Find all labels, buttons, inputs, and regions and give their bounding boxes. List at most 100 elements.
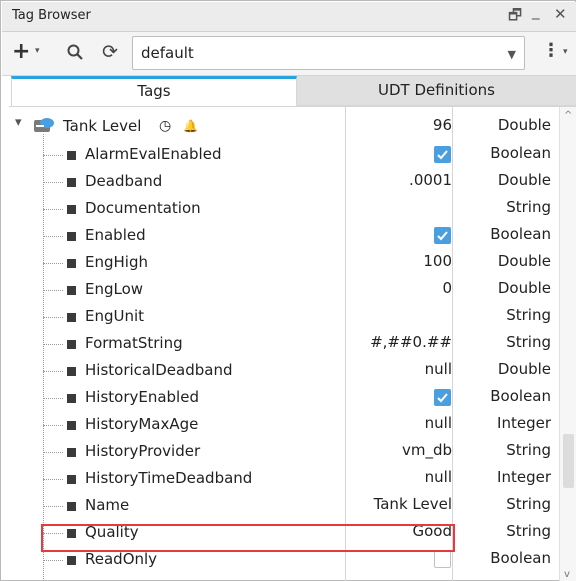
tree-connector bbox=[43, 479, 63, 480]
add-menu-caret-icon[interactable]: ▾ bbox=[35, 46, 40, 56]
tree-row-label: ReadOnly bbox=[85, 550, 158, 568]
scroll-down-icon[interactable]: v bbox=[564, 569, 570, 580]
more-options-caret-icon[interactable]: ▾ bbox=[563, 47, 568, 57]
tag-data-type: Double bbox=[497, 279, 551, 297]
tree-row-label: Deadband bbox=[85, 172, 163, 190]
tag-data-type: String bbox=[506, 495, 551, 513]
property-icon bbox=[67, 151, 76, 160]
tree-row-historyenabled[interactable]: HistoryEnabled Boolean bbox=[9, 384, 559, 411]
property-icon bbox=[67, 448, 76, 457]
tag-value: 100 bbox=[423, 252, 452, 270]
tree-row-historymaxage[interactable]: HistoryMaxAge null Integer bbox=[9, 411, 559, 438]
tag-data-type: Boolean bbox=[490, 144, 551, 162]
tag-provider-select[interactable]: default ▼ bbox=[132, 36, 525, 70]
tag-value: null bbox=[424, 360, 452, 378]
tag-value: null bbox=[424, 414, 452, 432]
tab-tags[interactable]: Tags bbox=[11, 76, 297, 106]
udt-instance-icon bbox=[34, 118, 54, 132]
property-icon bbox=[67, 421, 76, 430]
checkbox-checked-icon[interactable] bbox=[434, 227, 451, 244]
property-icon bbox=[67, 340, 76, 349]
tree-row-engunit[interactable]: EngUnit String bbox=[9, 303, 559, 330]
tree-connector bbox=[43, 506, 63, 507]
tree-row-label: HistoryEnabled bbox=[85, 388, 199, 406]
scrollbar-thumb[interactable] bbox=[563, 434, 574, 488]
tree-row-name[interactable]: Name Tank Level String bbox=[9, 492, 559, 519]
tree-connector bbox=[43, 560, 63, 561]
checkbox-unchecked-icon[interactable] bbox=[434, 551, 451, 568]
checkbox-checked-icon[interactable] bbox=[434, 146, 451, 163]
tag-value: 0 bbox=[442, 279, 452, 297]
tree-row-label: Name bbox=[85, 496, 130, 514]
tree-row-enabled[interactable]: Enabled Boolean bbox=[9, 222, 559, 249]
property-icon bbox=[67, 286, 76, 295]
tag-data-type: String bbox=[506, 441, 551, 459]
scroll-up-icon[interactable]: ^ bbox=[564, 110, 572, 121]
property-icon bbox=[67, 205, 76, 214]
tab-udt-definitions[interactable]: UDT Definitions bbox=[297, 76, 576, 106]
property-icon bbox=[67, 502, 76, 511]
checkbox-checked-icon[interactable] bbox=[434, 389, 451, 406]
tree-connector bbox=[43, 425, 63, 426]
tree-row-documentation[interactable]: Documentation String bbox=[9, 195, 559, 222]
tag-value: vm_db bbox=[401, 441, 452, 459]
tree-connector bbox=[43, 371, 63, 372]
property-icon bbox=[67, 313, 76, 322]
tag-data-type: Integer bbox=[497, 414, 551, 432]
toolbar: + ▾ ⟳ default ▼ ⋮ ▾ bbox=[2, 32, 576, 76]
tree-row-formatstring[interactable]: FormatString #,##0.## String bbox=[9, 330, 559, 357]
tag-value: 96 bbox=[432, 116, 452, 134]
history-clock-icon: ◷ bbox=[159, 118, 172, 134]
alarm-bell-icon: 🔔 bbox=[183, 119, 198, 133]
tree-connector bbox=[43, 398, 63, 399]
tag-data-type: Double bbox=[497, 116, 551, 134]
tag-provider-value: default bbox=[141, 44, 194, 62]
tree-row-deadband[interactable]: Deadband .0001 Double bbox=[9, 168, 559, 195]
tag-data-type: String bbox=[506, 306, 551, 324]
property-icon bbox=[67, 367, 76, 376]
refresh-icon[interactable]: ⟳ bbox=[102, 42, 118, 62]
more-options-icon[interactable]: ⋮ bbox=[542, 41, 560, 61]
property-icon bbox=[67, 475, 76, 484]
tree-row-enghigh[interactable]: EngHigh 100 Double bbox=[9, 249, 559, 276]
tree-row-tank-level[interactable]: ▾ Tank Level ◷ 🔔 96 Double bbox=[9, 113, 559, 140]
tree-row-englow[interactable]: EngLow 0 Double bbox=[9, 276, 559, 303]
close-icon[interactable]: ✕ bbox=[554, 5, 567, 23]
tree-row-label: Tank Level bbox=[63, 117, 142, 135]
tree-connector bbox=[43, 182, 63, 183]
tree-connector bbox=[43, 344, 63, 345]
tree-row-label: HistoryTimeDeadband bbox=[85, 469, 253, 487]
tree-connector bbox=[43, 155, 63, 156]
tree-row-label: Documentation bbox=[85, 199, 201, 217]
tag-tree: ▾ Tank Level ◷ 🔔 96 Double AlarmEvalEnab… bbox=[9, 106, 576, 581]
expand-icon[interactable]: ▾ bbox=[15, 115, 22, 130]
tag-data-type: Boolean bbox=[490, 549, 551, 567]
tab-strip: Tags UDT Definitions bbox=[2, 76, 576, 106]
tree-connector bbox=[43, 452, 63, 453]
vertical-scrollbar[interactable]: ^ v bbox=[559, 107, 576, 581]
tree-row-label: HistoryMaxAge bbox=[85, 415, 199, 433]
tree-row-historyprovider[interactable]: HistoryProvider vm_db String bbox=[9, 438, 559, 465]
tag-data-type: Double bbox=[497, 360, 551, 378]
search-icon[interactable] bbox=[66, 43, 84, 61]
tree-row-label: EngLow bbox=[85, 280, 144, 298]
tree-row-alarmevalenabled[interactable]: AlarmEvalEnabled Boolean bbox=[9, 141, 559, 168]
tree-row-historytimedeadband[interactable]: HistoryTimeDeadband null Integer bbox=[9, 465, 559, 492]
tree-row-label: AlarmEvalEnabled bbox=[85, 145, 222, 163]
restore-icon[interactable]: 🗗 bbox=[508, 5, 522, 30]
property-icon bbox=[67, 394, 76, 403]
window-title: Tag Browser bbox=[12, 8, 91, 23]
tag-data-type: Boolean bbox=[490, 387, 551, 405]
tree-connector bbox=[43, 290, 63, 291]
tree-row-label: HistoricalDeadband bbox=[85, 361, 233, 379]
quality-row-highlight bbox=[41, 524, 455, 552]
tag-data-type: Double bbox=[497, 252, 551, 270]
tree-connector bbox=[43, 263, 63, 264]
add-tag-icon[interactable]: + bbox=[12, 40, 30, 64]
tag-browser-window: Tag Browser 🗗 _ ✕ + ▾ ⟳ default ▼ ⋮ ▾ Ta… bbox=[0, 0, 576, 581]
minimize-icon[interactable]: _ bbox=[532, 2, 540, 20]
tag-value: Tank Level bbox=[373, 495, 452, 513]
tree-row-historicaldeadband[interactable]: HistoricalDeadband null Double bbox=[9, 357, 559, 384]
dropdown-arrow-icon[interactable]: ▼ bbox=[508, 48, 516, 61]
tag-data-type: String bbox=[506, 522, 551, 540]
